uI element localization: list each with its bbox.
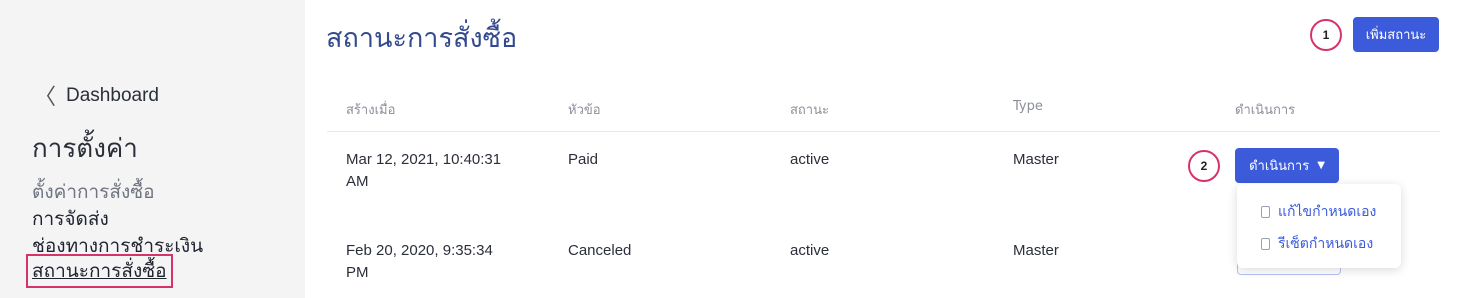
column-header-type: Type — [1013, 99, 1043, 114]
column-header-status: สถานะ — [790, 103, 829, 118]
dropdown-item-reset-label: รีเซ็ตกำหนดเอง — [1278, 236, 1374, 252]
page-title: สถานะการสั่งซื้อ — [326, 23, 518, 54]
settings-title: การตั้งค่า — [32, 134, 138, 164]
row-1-created-date: Mar 12, 2021, 10:40:31 — [346, 151, 502, 168]
back-to-dashboard-link[interactable]: 〈 Dashboard — [34, 80, 159, 112]
back-label: Dashboard — [66, 85, 159, 106]
sidebar-item-order-status[interactable]: สถานะการสั่งซื้อ — [26, 254, 173, 288]
column-header-created: สร้างเมื่อ — [346, 103, 396, 118]
row-2-status: active — [790, 242, 830, 259]
copy-icon — [1261, 206, 1270, 218]
add-status-button[interactable]: เพิ่มสถานะ — [1353, 17, 1439, 52]
caret-down-icon: ▼ — [1317, 160, 1325, 171]
dropdown-item-edit-custom[interactable]: แก้ไขกำหนดเอง — [1261, 201, 1376, 223]
row-1-status: active — [790, 151, 830, 168]
action-dropdown-menu: แก้ไขกำหนดเอง รีเซ็ตกำหนดเอง — [1237, 184, 1401, 268]
copy-icon — [1261, 238, 1270, 250]
row-1-title: Paid — [568, 151, 599, 168]
dropdown-item-edit-label: แก้ไขกำหนดเอง — [1278, 204, 1377, 220]
dropdown-item-reset-custom[interactable]: รีเซ็ตกำหนดเอง — [1261, 233, 1373, 255]
row-2-created-ampm: PM — [346, 264, 369, 281]
sidebar-item-shipping[interactable]: การจัดส่ง — [32, 204, 109, 234]
row-1-action-label: ดำเนินการ — [1249, 159, 1310, 174]
column-header-title: หัวข้อ — [568, 103, 601, 118]
row-1-type: Master — [1013, 151, 1059, 168]
column-header-action: ดำเนินการ — [1235, 103, 1296, 118]
header-divider — [327, 131, 1440, 132]
row-2-type: Master — [1013, 242, 1059, 259]
step-badge-2: 2 — [1188, 150, 1220, 182]
row-1-created-ampm: AM — [346, 173, 369, 190]
chevron-left-icon: 〈 — [34, 84, 57, 109]
row-2-title: Canceled — [568, 242, 632, 259]
row-2-created: Feb 20, 2020, 9:35:34 PM — [346, 240, 493, 284]
row-1-action-button[interactable]: ดำเนินการ ▼ — [1235, 148, 1339, 183]
row-2-created-date: Feb 20, 2020, 9:35:34 — [346, 242, 493, 259]
sidebar: 〈 Dashboard การตั้งค่า ตั้งค่าการสั่งซื้… — [0, 0, 305, 298]
row-1-created: Mar 12, 2021, 10:40:31 AM — [346, 149, 501, 193]
step-badge-1: 1 — [1310, 19, 1342, 51]
sidebar-item-order-settings[interactable]: ตั้งค่าการสั่งซื้อ — [32, 177, 155, 207]
